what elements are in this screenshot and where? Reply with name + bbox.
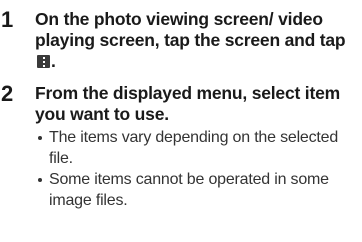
menu-icon [37,55,50,68]
note-list: The items vary depending on the selected… [35,128,360,211]
step-instruction: On the photo viewing screen/ video playi… [35,9,360,72]
step-number: 2 [1,81,14,106]
note-item: The items vary depending on the selected… [35,128,360,169]
step-instruction: From the displayed menu, select item you… [35,83,340,124]
step-body: From the displayed menu, select item you… [35,83,360,212]
step-body: On the photo viewing screen/ video playi… [35,9,360,72]
step-instruction-end: . [51,51,56,71]
step-instruction-text: On the photo viewing screen/ video playi… [35,9,346,50]
note-item: Some items cannot be operated in some im… [35,170,360,211]
step-number: 1 [1,7,14,32]
